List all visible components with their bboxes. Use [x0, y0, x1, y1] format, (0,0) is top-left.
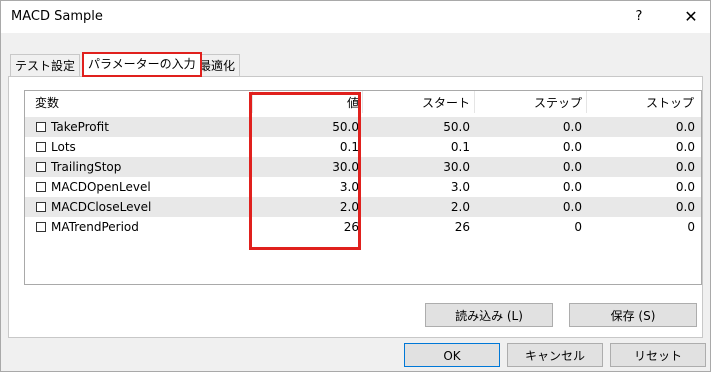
table-row[interactable]: Lots 0.1 0.1 0.0 0.0 [25, 137, 701, 157]
row-variable: Lots [51, 140, 76, 154]
row-stop[interactable]: 0.0 [587, 200, 695, 214]
row-stop[interactable]: 0 [587, 220, 695, 234]
row-step[interactable]: 0.0 [475, 160, 582, 174]
row-start[interactable]: 50.0 [363, 120, 470, 134]
row-stop[interactable]: 0.0 [587, 120, 695, 134]
row-variable: MACDCloseLevel [51, 200, 152, 214]
window-title: MACD Sample [11, 9, 103, 24]
row-start[interactable]: 3.0 [363, 180, 470, 194]
row-start[interactable]: 30.0 [363, 160, 470, 174]
row-step[interactable]: 0.0 [475, 120, 582, 134]
tab-parameters[interactable]: パラメーターの入力 [82, 52, 202, 77]
row-checkbox[interactable] [36, 142, 46, 152]
row-variable: TakeProfit [51, 120, 109, 134]
reset-button[interactable]: リセット [610, 343, 706, 367]
row-checkbox[interactable] [36, 162, 46, 172]
header-start[interactable]: スタート [363, 94, 470, 112]
table-header: 変数 値 スタート ステップ ストップ [25, 91, 701, 113]
parameter-table[interactable]: 変数 値 スタート ステップ ストップ TakeProfit 50.0 50.0… [24, 90, 702, 285]
header-step[interactable]: ステップ [475, 94, 582, 112]
row-checkbox[interactable] [36, 222, 46, 232]
row-variable: MATrendPeriod [51, 220, 139, 234]
table-row[interactable]: TrailingStop 30.0 30.0 0.0 0.0 [25, 157, 701, 177]
table-row[interactable]: MACDCloseLevel 2.0 2.0 0.0 0.0 [25, 197, 701, 217]
value-column-highlight [249, 92, 361, 250]
row-checkbox[interactable] [36, 182, 46, 192]
close-button[interactable]: ✕ [679, 5, 703, 29]
row-stop[interactable]: 0.0 [587, 140, 695, 154]
row-start[interactable]: 26 [363, 220, 470, 234]
header-variable[interactable]: 変数 [35, 94, 59, 112]
row-step[interactable]: 0.0 [475, 140, 582, 154]
row-step[interactable]: 0.0 [475, 200, 582, 214]
title-bar: MACD Sample ? ✕ [1, 1, 710, 33]
header-stop[interactable]: ストップ [587, 94, 694, 112]
row-checkbox[interactable] [36, 202, 46, 212]
table-row[interactable]: MACDOpenLevel 3.0 3.0 0.0 0.0 [25, 177, 701, 197]
row-start[interactable]: 2.0 [363, 200, 470, 214]
row-stop[interactable]: 0.0 [587, 160, 695, 174]
cancel-button[interactable]: キャンセル [507, 343, 603, 367]
table-row[interactable]: TakeProfit 50.0 50.0 0.0 0.0 [25, 117, 701, 137]
row-step[interactable]: 0 [475, 220, 582, 234]
tab-test-settings[interactable]: テスト設定 [10, 54, 81, 76]
help-button[interactable]: ? [629, 7, 649, 27]
load-button[interactable]: 読み込み (L) [425, 303, 553, 327]
row-checkbox[interactable] [36, 122, 46, 132]
ok-button[interactable]: OK [404, 343, 500, 367]
row-variable: TrailingStop [51, 160, 122, 174]
row-step[interactable]: 0.0 [475, 180, 582, 194]
row-stop[interactable]: 0.0 [587, 180, 695, 194]
row-start[interactable]: 0.1 [363, 140, 470, 154]
save-button[interactable]: 保存 (S) [569, 303, 697, 327]
row-variable: MACDOpenLevel [51, 180, 151, 194]
table-row[interactable]: MATrendPeriod 26 26 0 0 [25, 217, 701, 237]
